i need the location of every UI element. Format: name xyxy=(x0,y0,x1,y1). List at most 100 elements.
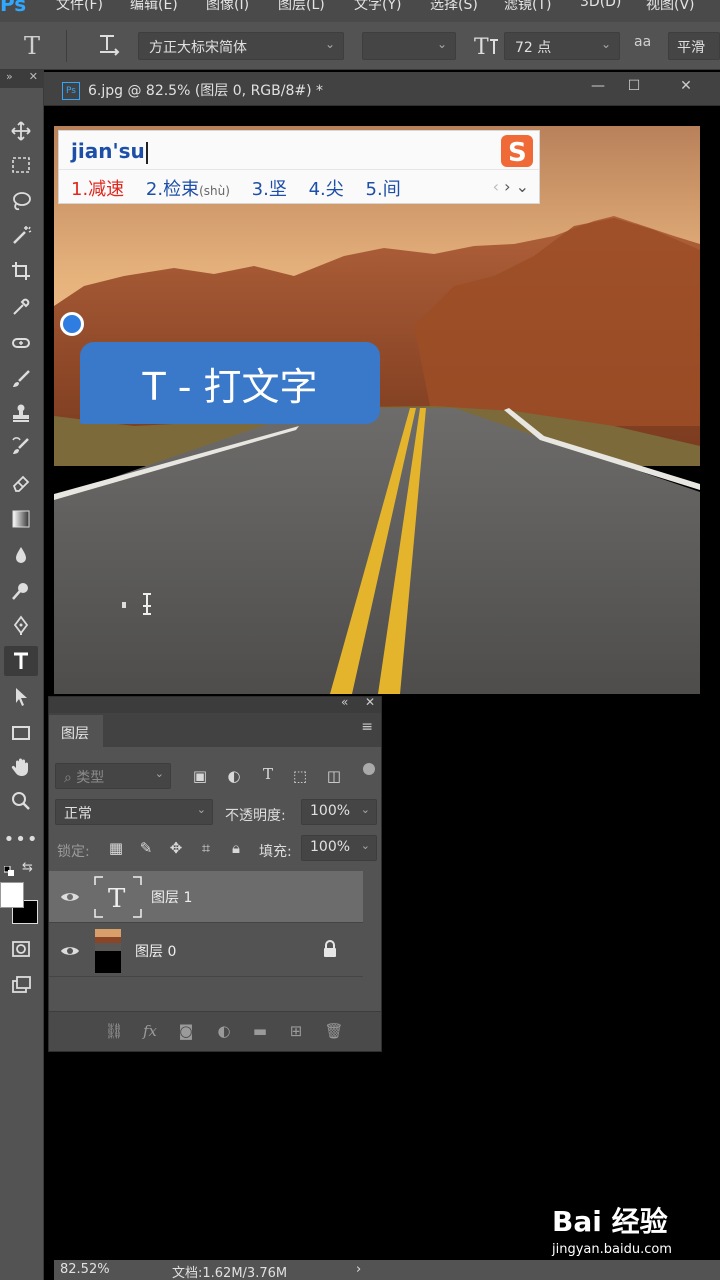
close-icon[interactable]: ✕ xyxy=(365,695,375,709)
ime-candidate-1[interactable]: 1.减速 xyxy=(71,179,124,200)
screen-mode-icon[interactable] xyxy=(4,970,38,1000)
zoom-tool-icon[interactable] xyxy=(4,786,38,816)
layer-filter-select[interactable]: ⌕ 类型 ⌄ xyxy=(55,763,171,789)
fill-field[interactable]: 100% ⌄ xyxy=(301,835,377,861)
fill-value: 100% xyxy=(310,839,351,855)
ime-candidate-2[interactable]: 2.检束(shù) xyxy=(146,179,230,200)
lasso-tool-icon[interactable] xyxy=(4,186,38,216)
ime-candidate-4[interactable]: 4.尖 xyxy=(309,179,344,200)
link-layers-icon[interactable]: ⛓︎ xyxy=(103,1022,125,1042)
chevron-down-icon[interactable]: ⌄ xyxy=(516,177,529,196)
watermark-url: jingyan.baidu.com xyxy=(552,1242,672,1257)
menu-image[interactable]: 图像(I) xyxy=(206,0,249,14)
minimize-icon[interactable]: — xyxy=(586,78,610,100)
add-mask-icon[interactable]: ◙ xyxy=(175,1022,197,1042)
healing-brush-tool-icon[interactable] xyxy=(4,328,38,358)
brush-tool-icon[interactable] xyxy=(4,364,38,394)
text-orientation-icon[interactable] xyxy=(96,32,122,58)
filter-pixel-icon[interactable]: ▣ xyxy=(189,767,211,785)
path-selection-tool-icon[interactable] xyxy=(4,682,38,712)
collapse-icon[interactable]: » xyxy=(6,70,13,83)
quick-mask-icon[interactable] xyxy=(4,934,38,964)
hand-tool-icon[interactable] xyxy=(4,752,38,782)
collapse-icon[interactable]: « xyxy=(341,695,348,709)
anti-alias-select[interactable]: 平滑 xyxy=(668,32,720,60)
close-window-icon[interactable]: ✕ xyxy=(674,78,698,100)
eraser-tool-icon[interactable] xyxy=(4,468,38,498)
visibility-eye-icon[interactable] xyxy=(59,887,81,907)
ime-candidate-3[interactable]: 3.坚 xyxy=(252,179,287,200)
marquee-tool-icon[interactable] xyxy=(4,150,38,180)
lock-artboard-icon[interactable]: ⌗ xyxy=(195,839,217,857)
layer-row-0[interactable]: 图层 0 xyxy=(49,925,363,977)
filter-type-icon[interactable]: T xyxy=(257,765,279,783)
menu-file[interactable]: 文件(F) xyxy=(56,0,103,14)
menu-filter[interactable]: 滤镜(T) xyxy=(504,0,551,14)
default-colors-icon[interactable] xyxy=(3,864,14,876)
blur-tool-icon[interactable] xyxy=(4,540,38,570)
eyedropper-tool-icon[interactable] xyxy=(4,292,38,322)
chevron-down-icon: ⌄ xyxy=(360,839,370,852)
new-layer-icon[interactable]: ⊞ xyxy=(285,1022,307,1042)
visibility-eye-icon[interactable] xyxy=(59,941,81,961)
menu-type[interactable]: 文字(Y) xyxy=(354,0,401,14)
new-group-folder-icon[interactable]: ▬ xyxy=(249,1022,271,1042)
font-style-select[interactable]: ⌄ xyxy=(362,32,456,60)
gradient-tool-icon[interactable] xyxy=(4,504,38,534)
status-menu-arrow-icon[interactable]: › xyxy=(356,1262,361,1277)
menu-3d[interactable]: 3D(D) xyxy=(580,0,621,10)
clone-stamp-tool-icon[interactable] xyxy=(4,398,38,428)
sogou-logo-icon: S xyxy=(499,133,535,169)
font-family-select[interactable]: 方正大标宋简体 ⌄ xyxy=(138,32,344,60)
more-tools-icon[interactable]: ••• xyxy=(4,824,38,854)
magic-wand-tool-icon[interactable] xyxy=(4,220,38,250)
opacity-field[interactable]: 100% ⌄ xyxy=(301,799,377,825)
close-icon[interactable]: ✕ xyxy=(29,70,38,83)
menu-select[interactable]: 选择(S) xyxy=(430,0,478,14)
filter-toggle[interactable] xyxy=(363,763,375,775)
tab-layers[interactable]: 图层 xyxy=(49,715,103,747)
filter-shape-icon[interactable]: ⬚ xyxy=(289,767,311,785)
lock-position-icon[interactable]: ✥ xyxy=(165,839,187,857)
panel-menu-icon[interactable]: ≡ xyxy=(361,719,373,735)
dodge-tool-icon[interactable] xyxy=(4,576,38,606)
baidu-watermark: Bai 经验 jingyan.baidu.com xyxy=(552,1200,720,1264)
menu-layer[interactable]: 图层(L) xyxy=(278,0,325,14)
layer-style-fx-icon[interactable]: fx xyxy=(139,1022,161,1042)
blend-mode-select[interactable]: 正常 ⌄ xyxy=(55,799,213,825)
ime-candidate-5[interactable]: 5.间 xyxy=(366,179,401,200)
crop-tool-icon[interactable] xyxy=(4,256,38,286)
image-layer-thumbnail xyxy=(95,929,121,973)
lock-all-icon[interactable]: 🔒︎ xyxy=(225,839,247,857)
chevron-right-icon[interactable]: › xyxy=(504,177,510,196)
menu-edit[interactable]: 编辑(E) xyxy=(130,0,178,14)
swap-colors-icon[interactable]: ⇆ xyxy=(22,860,38,876)
move-tool-icon[interactable] xyxy=(4,116,38,146)
lock-transparent-icon[interactable]: ▦ xyxy=(105,839,127,857)
font-size-select[interactable]: 72 点 ⌄ xyxy=(504,32,620,60)
rectangle-tool-icon[interactable] xyxy=(4,718,38,748)
pen-tool-icon[interactable] xyxy=(4,610,38,640)
delete-layer-trash-icon[interactable]: 🗑︎ xyxy=(323,1022,345,1042)
type-tool-preset-icon[interactable]: T xyxy=(24,32,40,60)
chevron-left-icon[interactable]: ‹ xyxy=(493,177,499,196)
foreground-color-swatch[interactable] xyxy=(0,882,24,908)
menu-view[interactable]: 视图(V) xyxy=(646,0,695,14)
search-icon: ⌕ xyxy=(64,770,72,786)
filter-smart-object-icon[interactable]: ◫ xyxy=(323,767,345,785)
document-size: 文档:1.62M/3.76M xyxy=(172,1266,288,1280)
layer-filter-value: 类型 xyxy=(76,770,105,786)
zoom-level[interactable]: 82.52% xyxy=(60,1262,110,1277)
layer-name: 图层 1 xyxy=(151,890,193,906)
watermark-brand: Bai 经验 xyxy=(552,1205,668,1238)
anti-alias-icon: aa xyxy=(634,34,652,50)
layer-row-1[interactable]: T 图层 1 xyxy=(49,871,363,923)
document-tab[interactable]: Ps 6.jpg @ 82.5% (图层 0, RGB/8#) * xyxy=(54,74,331,106)
lock-pixels-brush-icon[interactable]: ✎ xyxy=(135,839,157,857)
maximize-icon[interactable]: ☐ xyxy=(622,78,646,100)
filter-adjustment-icon[interactable]: ◐ xyxy=(223,767,245,785)
history-brush-tool-icon[interactable] xyxy=(4,432,38,462)
layers-panel: « ✕ 图层 ≡ ⌕ 类型 ⌄ ▣ ◐ T ⬚ ◫ 正常 ⌄ 不透明度: 100… xyxy=(48,695,382,1052)
type-tool-icon[interactable] xyxy=(4,646,38,676)
adjustment-layer-icon[interactable]: ◐ xyxy=(213,1022,235,1042)
